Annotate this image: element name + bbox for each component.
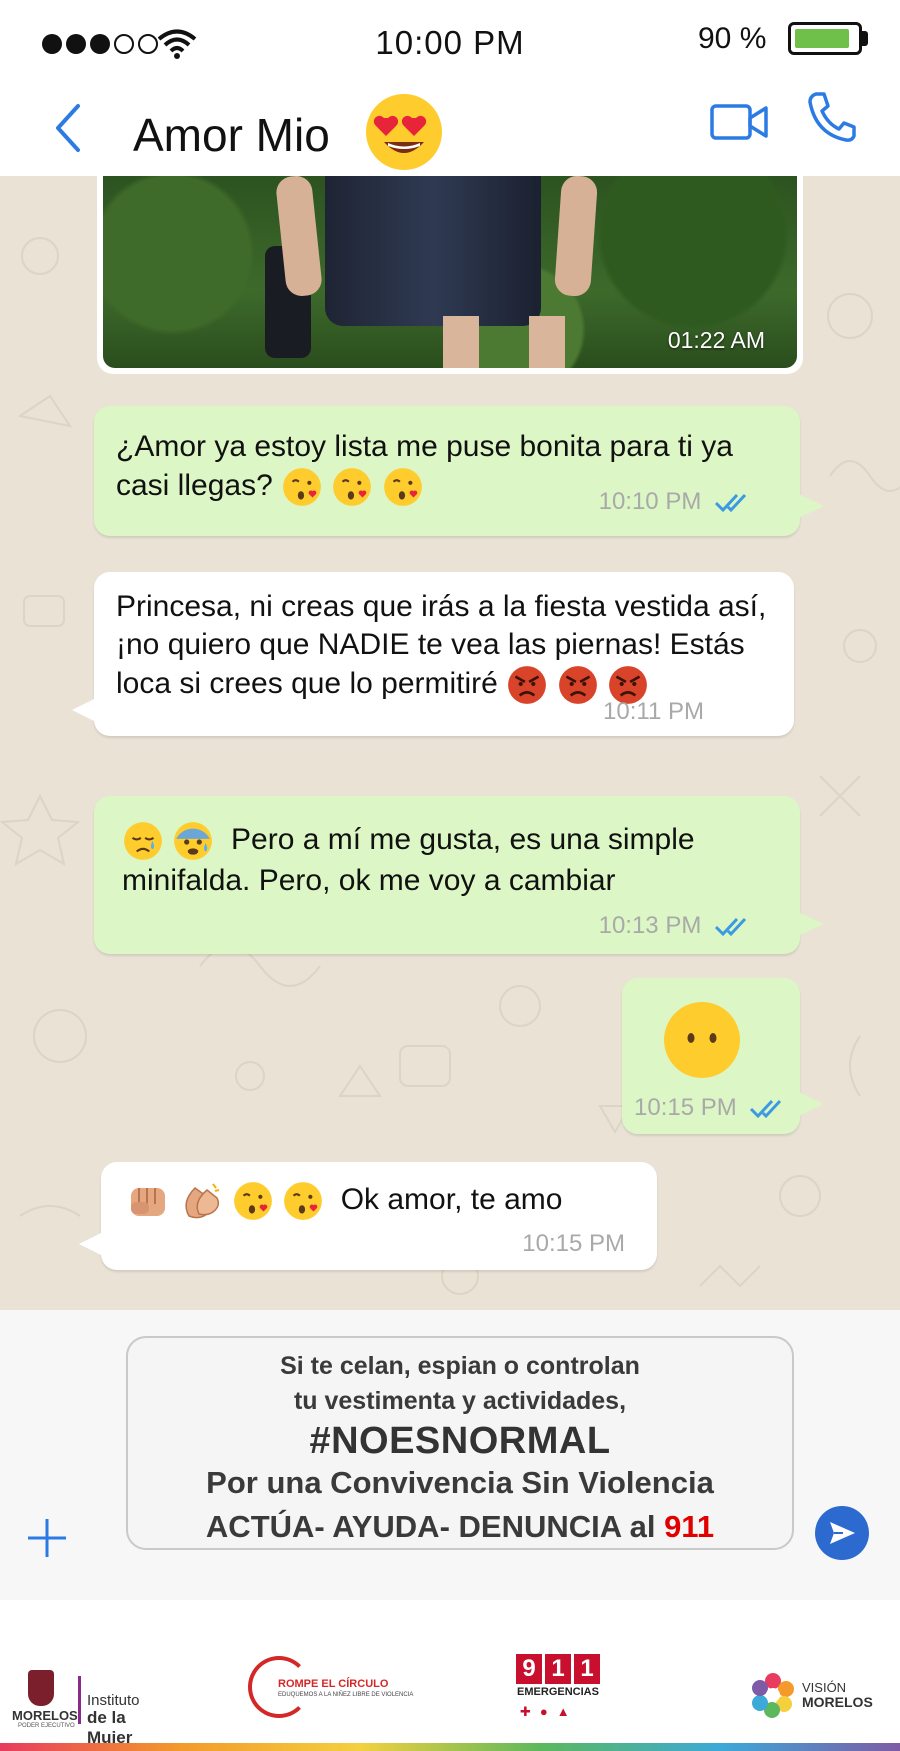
fist-emoji [131,1188,165,1216]
phone-call-icon[interactable] [806,90,856,144]
emergencias-911-logo: 9 1 1 EMERGENCIAS ✚●▲ [516,1654,606,1734]
morelos-sub: PODER EJECUTIVO [18,1723,75,1729]
video-call-icon[interactable] [710,98,768,146]
rompe-el-circulo-logo: ROMPE EL CÍRCULO EDUQUEMOS A LA NIÑEZ LI… [248,1656,413,1722]
kiss-emoji [383,468,422,506]
kiss-emoji [284,1182,322,1220]
chat-header: Amor Mio [0,84,900,176]
message-text: Ok amor, te amo [127,1180,647,1222]
campaign-cta-text: ACTÚA- AYUDA- DENUNCIA al [205,1509,656,1544]
incoming-message[interactable]: Ok amor, te amo 10:15 PM [79,1162,657,1270]
battery-percent: 90 % [698,22,767,55]
battery-tip [862,31,868,46]
campaign-line: Por una Convivencia Sin Violencia [206,1465,714,1500]
clap-emoji [185,1183,220,1219]
bubble-tail [72,696,100,724]
message-body: Princesa, ni creas que irás a la fiesta … [116,590,767,700]
rainbow-stripe [0,1743,900,1751]
emergency-services-icons: ✚●▲ [520,1704,579,1719]
emergency-number: 911 [664,1509,715,1544]
message-text: Princesa, ni creas que irás a la fiesta … [116,588,776,706]
campaign-hashtag: #NOESNORMAL [309,1420,611,1462]
chat-area[interactable]: 01:22 AM ¿Amor ya estoy lista me puse bo… [0,176,900,1310]
photo-skirt [325,176,541,326]
bubble-tail [794,492,824,520]
message-time: 01:22 AM [667,327,765,353]
angry-emoji [508,666,547,704]
rompe-title: ROMPE EL CÍRCULO [278,1678,389,1690]
message-time: 10:10 PM [598,488,702,515]
message-time: 10:15 PM [634,1094,737,1121]
morelos-shield-icon [28,1670,54,1706]
read-ticks-icon [714,917,747,936]
message-text: Pero a mí me gusta, es una simple minifa… [122,820,782,900]
send-button[interactable] [815,1506,869,1560]
phone-screen: 10:00 PM 90 % Amor Mio 01:22 AM ¿Amor ya… [0,0,900,1600]
emergencias-label: EMERGENCIAS [517,1686,599,1698]
read-ticks-icon [750,1099,782,1118]
anxious-emoji [174,822,213,860]
rompe-sub: EDUQUEMOS A LA NIÑEZ LIBRE DE VIOLENCIA [278,1692,414,1698]
incoming-message[interactable]: Princesa, ni creas que irás a la fiesta … [72,572,794,736]
bubble-tail [794,910,824,938]
message-time: 10:13 PM [598,912,702,939]
morelos-label: MORELOS [12,1708,78,1723]
message-input-bar: Si te celan, espian o controlan tu vesti… [0,1310,900,1600]
no-mouth-emoji [664,1002,740,1078]
bubble-tail [794,1090,824,1118]
flower-icon [752,1673,794,1718]
campaign-line: Si te celan, espian o controlan [280,1352,640,1380]
kiss-emoji [233,1182,272,1220]
sponsor-footer: MORELOS PODER EJECUTIVO Instituto de la … [0,1600,900,1751]
outgoing-message[interactable]: ¿Amor ya estoy lista me puse bonita para… [94,406,824,536]
angry-emoji [558,666,597,704]
status-bar: 10:00 PM 90 % [0,0,900,84]
contact-name[interactable]: Amor Mio [133,108,330,162]
vision-morelos-logo: VISIÓN MORELOS [750,1672,890,1724]
message-body: Ok amor, te amo [340,1182,563,1216]
instituto-line2: de la Mujer [87,1708,133,1747]
battery-level [795,29,849,48]
message-time-row: 10:10 PM [599,488,754,516]
plus-icon[interactable] [26,1517,68,1559]
photo-leg [529,316,565,368]
sad-emoji [124,822,162,860]
emergency-digit: 1 [574,1654,600,1684]
vision-line2: MORELOS [802,1694,873,1710]
bubble-tail [79,1230,107,1258]
battery-icon [788,22,862,55]
kiss-emoji [333,468,372,506]
message-time-row: 10:13 PM [599,912,754,940]
instituto-line1: Instituto [87,1692,140,1709]
outgoing-message[interactable]: 10:15 PM [622,978,824,1134]
photo-arm [553,176,599,298]
message-time-row: 10:15 PM [634,1094,789,1122]
message-time: 10:11 PM [603,698,704,725]
send-icon [830,1522,855,1544]
campaign-line: tu vestimenta y actividades, [293,1387,627,1415]
photo-leg [443,316,479,368]
back-chevron-icon[interactable] [50,102,86,154]
campaign-cta: ACTÚA- AYUDA- DENUNCIA al 911 [128,1509,792,1545]
read-ticks-icon [714,493,747,512]
vision-line1: VISIÓN [802,1680,847,1695]
emergency-digit: 9 [516,1654,542,1684]
heart-eyes-emoji [366,94,442,170]
message-time: 10:15 PM [522,1230,625,1257]
outgoing-message[interactable]: Pero a mí me gusta, es una simple minifa… [94,796,824,954]
kiss-emoji [283,468,322,506]
message-input-field[interactable]: Si te celan, espian o controlan tu vesti… [126,1336,794,1550]
emergency-digit: 1 [545,1654,571,1684]
instituto-de-la-mujer-logo: MORELOS PODER EJECUTIVO Instituto de la … [12,1670,172,1747]
logo-divider [78,1676,81,1724]
message-photo[interactable]: 01:22 AM [103,176,797,368]
image-message[interactable]: 01:22 AM [97,176,803,374]
